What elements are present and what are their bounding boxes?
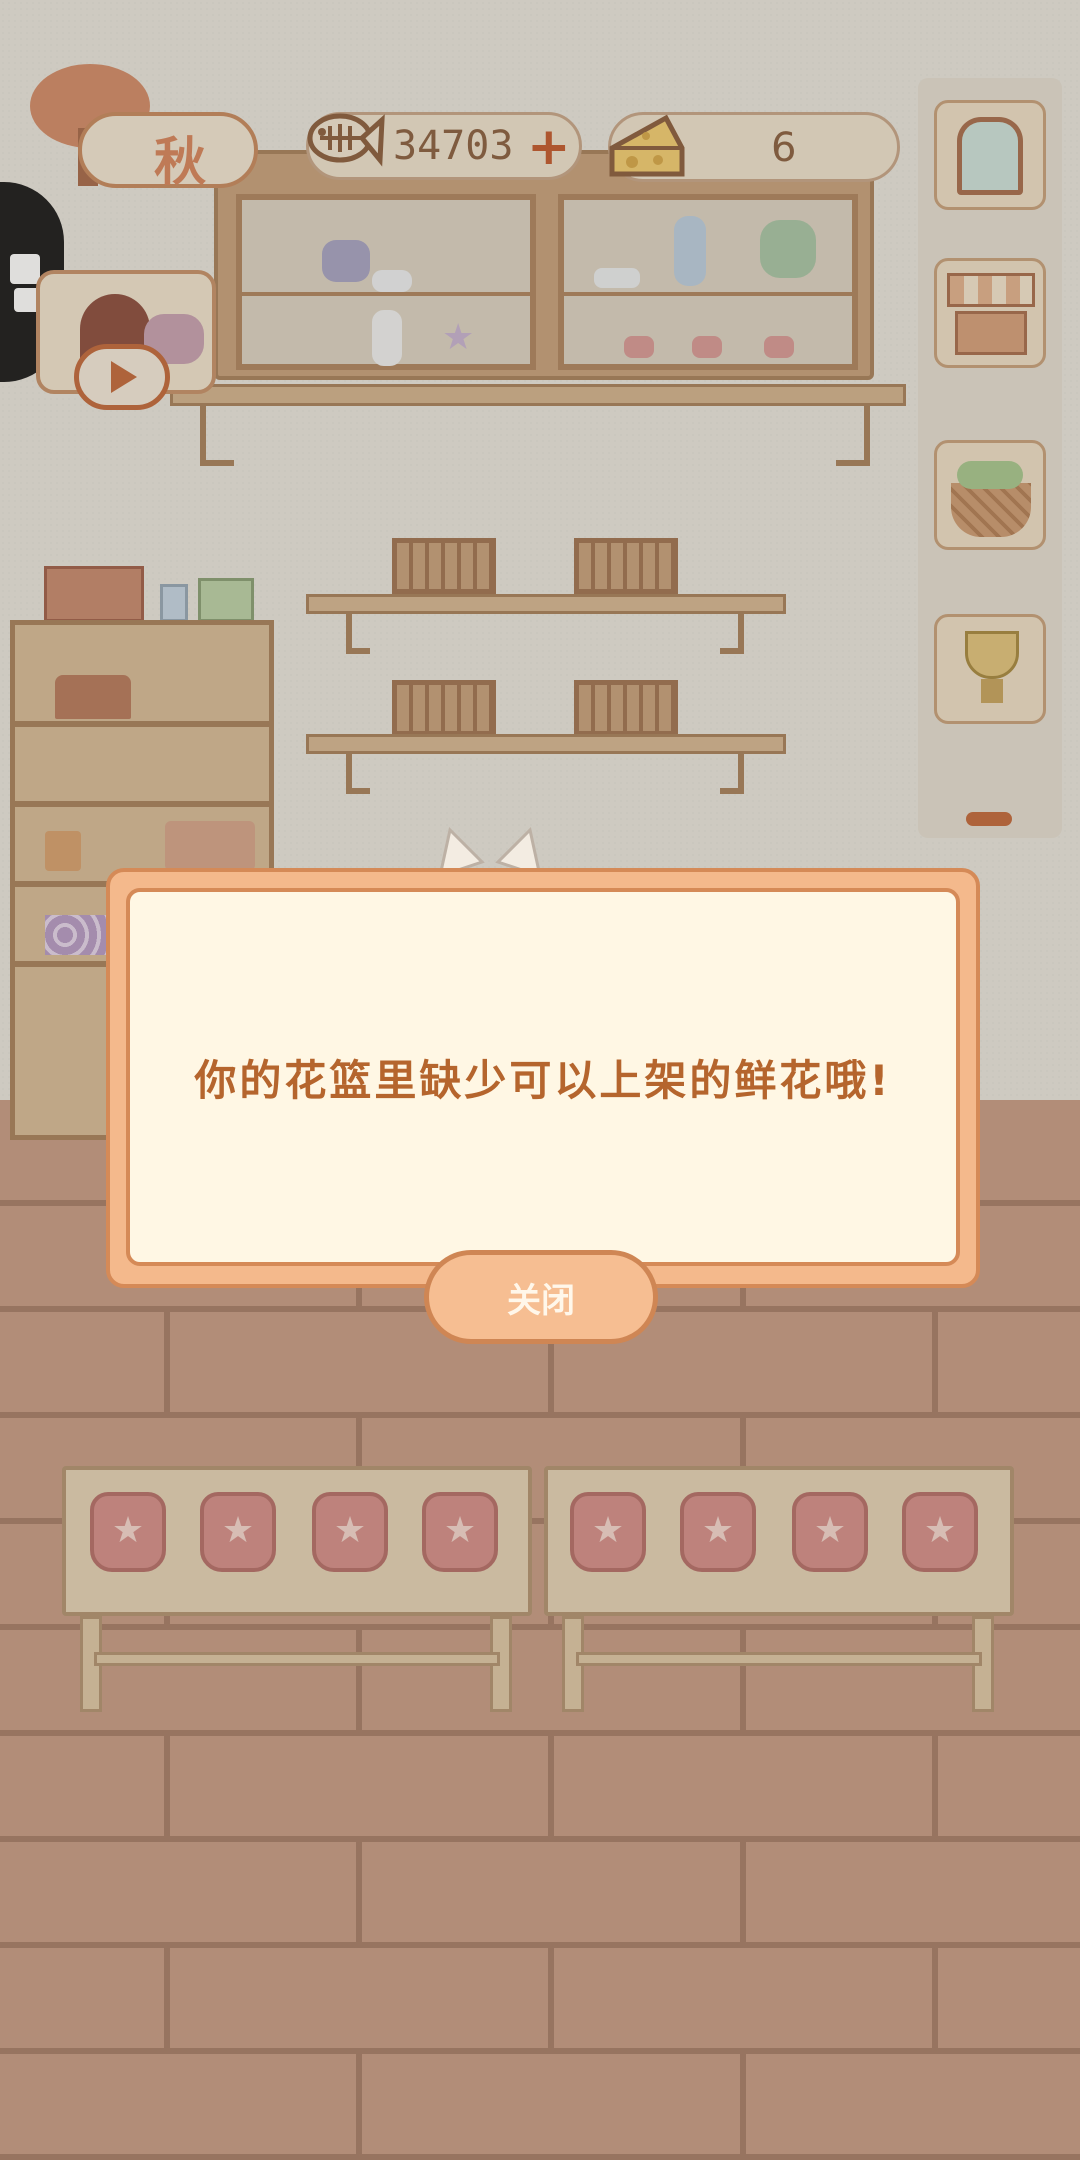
close-button-label: 关闭: [507, 1280, 575, 1321]
dialog-message: 你的花篮里缺少可以上架的鲜花哦!: [194, 1055, 892, 1105]
dialog-body: 你的花篮里缺少可以上架的鲜花哦!: [126, 888, 960, 1266]
close-button[interactable]: 关闭: [424, 1250, 658, 1344]
alert-dialog: 你的花篮里缺少可以上架的鲜花哦!: [106, 868, 980, 1288]
